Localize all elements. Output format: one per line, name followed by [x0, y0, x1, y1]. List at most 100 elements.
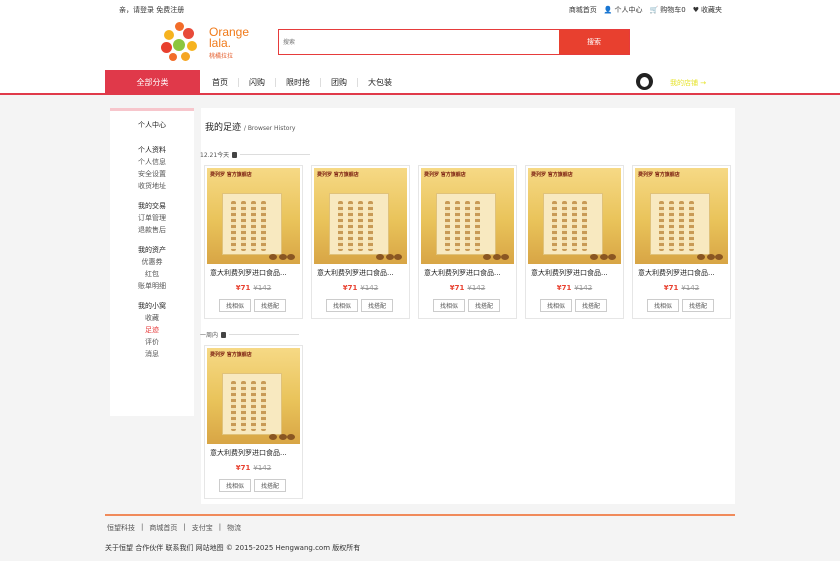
product-badge: 费列罗 官方旗舰店: [210, 352, 252, 358]
header: Orange lala. 桃橘拉拉 搜索: [0, 18, 840, 70]
sidebar: 个人中心 个人资料 个人信息 安全设置 收货地址 我的交易 订单管理 退款售后 …: [110, 108, 194, 416]
favorites-link[interactable]: ♥ 收藏夹: [693, 5, 722, 15]
login-prompt[interactable]: 亲，请登录 免费注册: [119, 5, 184, 15]
product-badge: 费列罗 官方旗舰店: [531, 172, 573, 178]
page-title: 我的足迹 / Browser History: [205, 123, 296, 133]
product-image[interactable]: 费列罗 官方旗舰店: [314, 168, 407, 264]
logo-subtitle: 桃橘拉拉: [209, 53, 234, 60]
product-card[interactable]: 费列罗 官方旗舰店意大利费列罗进口食品... ¥71 ¥142 找相似 找搭配: [204, 165, 303, 319]
product-price: ¥71 ¥142: [235, 284, 272, 292]
search-bar: 搜索: [278, 29, 630, 55]
search-button[interactable]: 搜索: [559, 30, 629, 54]
user-icon: 👤: [603, 6, 613, 14]
product-name[interactable]: 意大利费列罗进口食品...: [531, 268, 608, 278]
product-card[interactable]: 费列罗 官方旗舰店意大利费列罗进口食品... ¥71 ¥142 找相似 找搭配: [418, 165, 517, 319]
sidebar-item-address[interactable]: 收货地址: [110, 180, 194, 192]
sidebar-item-red-packets[interactable]: 红包: [110, 268, 194, 280]
nav-group-buy[interactable]: 团购: [321, 78, 358, 87]
product-card[interactable]: 费列罗 官方旗舰店意大利费列罗进口食品... ¥71 ¥142 找相似 找搭配: [632, 165, 731, 319]
sidebar-item-refunds[interactable]: 退款售后: [110, 224, 194, 236]
cart-link[interactable]: 🛒 购物车0: [650, 5, 686, 15]
section-today: 12.21今天: [200, 150, 311, 159]
trash-icon[interactable]: [221, 331, 227, 338]
find-match-button[interactable]: 找搭配: [254, 479, 287, 492]
footer: 恒望科技 | 商城首页 | 支付宝 | 物流 关于恒望 合作伙伴 联系我们 网站地图 …: [105, 514, 735, 552]
sidebar-item-messages[interactable]: 消息: [110, 348, 194, 360]
sidebar-item-orders[interactable]: 订单管理: [110, 212, 194, 224]
footer-links: 恒望科技 | 商城首页 | 支付宝 | 物流: [107, 523, 242, 533]
nav-home[interactable]: 首页: [212, 78, 239, 87]
product-image[interactable]: 费列罗 官方旗舰店: [421, 168, 514, 264]
find-similar-button[interactable]: 找相似: [219, 299, 252, 312]
product-name[interactable]: 意大利费列罗进口食品...: [317, 268, 394, 278]
sidebar-item-footprint[interactable]: 足迹: [110, 324, 194, 336]
nav-links: 首页 闪购 限时抢 团购 大包装: [212, 78, 402, 87]
product-name[interactable]: 意大利费列罗进口食品...: [210, 448, 287, 458]
sidebar-group-title: 我的交易: [138, 202, 166, 210]
find-match-button[interactable]: 找搭配: [682, 299, 715, 312]
product-badge: 费列罗 官方旗舰店: [317, 172, 359, 178]
product-image[interactable]: 费列罗 官方旗舰店: [207, 168, 300, 264]
sidebar-group-title: 个人资料: [138, 146, 166, 154]
sidebar-group-title: 我的小窝: [138, 302, 166, 310]
product-card[interactable]: 费列罗 官方旗舰店意大利费列罗进口食品... ¥71 ¥142 找相似 找搭配: [204, 345, 303, 499]
product-price: ¥71 ¥142: [235, 464, 272, 472]
logo[interactable]: Orange lala. 桃橘拉拉: [161, 22, 256, 62]
copyright: 关于恒望 合作伙伴 联系我们 网站地图 © 2015-2025 Hengwang…: [105, 544, 361, 552]
product-image[interactable]: 费列罗 官方旗舰店: [635, 168, 728, 264]
top-bar: 亲，请登录 免费注册 商城首页 👤 个人中心 🛒 购物车0 ♥ 收藏夹: [0, 0, 840, 18]
cart-icon: 🛒: [649, 6, 659, 14]
trash-icon[interactable]: [232, 151, 238, 158]
sidebar-item-security[interactable]: 安全设置: [110, 168, 194, 180]
product-name[interactable]: 意大利费列罗进口食品...: [638, 268, 715, 278]
sidebar-item-personal-info[interactable]: 个人信息: [110, 156, 194, 168]
product-image[interactable]: 费列罗 官方旗舰店: [207, 348, 300, 444]
sidebar-item-coupons[interactable]: 优惠券: [110, 256, 194, 268]
find-match-button[interactable]: 找搭配: [575, 299, 608, 312]
heart-icon: ♥: [692, 6, 699, 14]
find-match-button[interactable]: 找搭配: [254, 299, 287, 312]
footer-link[interactable]: 物流: [227, 523, 241, 533]
search-input[interactable]: [279, 30, 559, 54]
find-similar-button[interactable]: 找相似: [540, 299, 573, 312]
product-name[interactable]: 意大利费列罗进口食品...: [210, 268, 287, 278]
product-card[interactable]: 费列罗 官方旗舰店意大利费列罗进口食品... ¥71 ¥142 找相似 找搭配: [525, 165, 624, 319]
top-links: 商城首页 👤 个人中心 🛒 购物车0 ♥ 收藏夹: [569, 5, 722, 15]
sidebar-item-favorites[interactable]: 收藏: [110, 312, 194, 324]
logo-brand: Orange lala.: [209, 25, 250, 50]
nav-big-pack[interactable]: 大包装: [358, 78, 402, 87]
sidebar-group-title: 我的资产: [138, 246, 166, 254]
product-badge: 费列罗 官方旗舰店: [210, 172, 252, 178]
find-similar-button[interactable]: 找相似: [326, 299, 359, 312]
section-week: 一周内: [200, 330, 300, 339]
product-name[interactable]: 意大利费列罗进口食品...: [424, 268, 501, 278]
nav-flash-sale[interactable]: 闪购: [239, 78, 276, 87]
find-match-button[interactable]: 找搭配: [468, 299, 501, 312]
main-nav: 全部分类 首页 闪购 限时抢 团购 大包装 我的店铺 →: [0, 70, 840, 95]
avatar[interactable]: [636, 73, 653, 90]
product-price: ¥71 ¥142: [342, 284, 379, 292]
sidebar-item-billing[interactable]: 账单明细: [110, 280, 194, 292]
find-similar-button[interactable]: 找相似: [647, 299, 680, 312]
sidebar-home[interactable]: 个人中心: [110, 119, 194, 131]
find-similar-button[interactable]: 找相似: [433, 299, 466, 312]
product-price: ¥71 ¥142: [556, 284, 593, 292]
all-categories-button[interactable]: 全部分类: [105, 70, 200, 94]
product-price: ¥71 ¥142: [663, 284, 700, 292]
product-card[interactable]: 费列罗 官方旗舰店意大利费列罗进口食品... ¥71 ¥142 找相似 找搭配: [311, 165, 410, 319]
user-center-link[interactable]: 👤 个人中心: [604, 5, 643, 15]
product-price: ¥71 ¥142: [449, 284, 486, 292]
my-store-link[interactable]: 我的店铺 →: [670, 78, 706, 88]
main-content: 我的足迹 / Browser History 12.21今天 一周内 费列罗 官…: [200, 108, 735, 504]
find-match-button[interactable]: 找搭配: [361, 299, 394, 312]
sidebar-item-reviews[interactable]: 评价: [110, 336, 194, 348]
product-badge: 费列罗 官方旗舰店: [424, 172, 466, 178]
footer-link[interactable]: 恒望科技: [107, 523, 135, 533]
logo-dots-icon: [161, 22, 201, 62]
find-similar-button[interactable]: 找相似: [219, 479, 252, 492]
product-image[interactable]: 费列罗 官方旗舰店: [528, 168, 621, 264]
footer-link[interactable]: 支付宝: [192, 523, 213, 533]
footer-link[interactable]: 商城首页: [149, 523, 177, 533]
mall-home-link[interactable]: 商城首页: [569, 5, 597, 15]
nav-limited-time[interactable]: 限时抢: [276, 78, 321, 87]
